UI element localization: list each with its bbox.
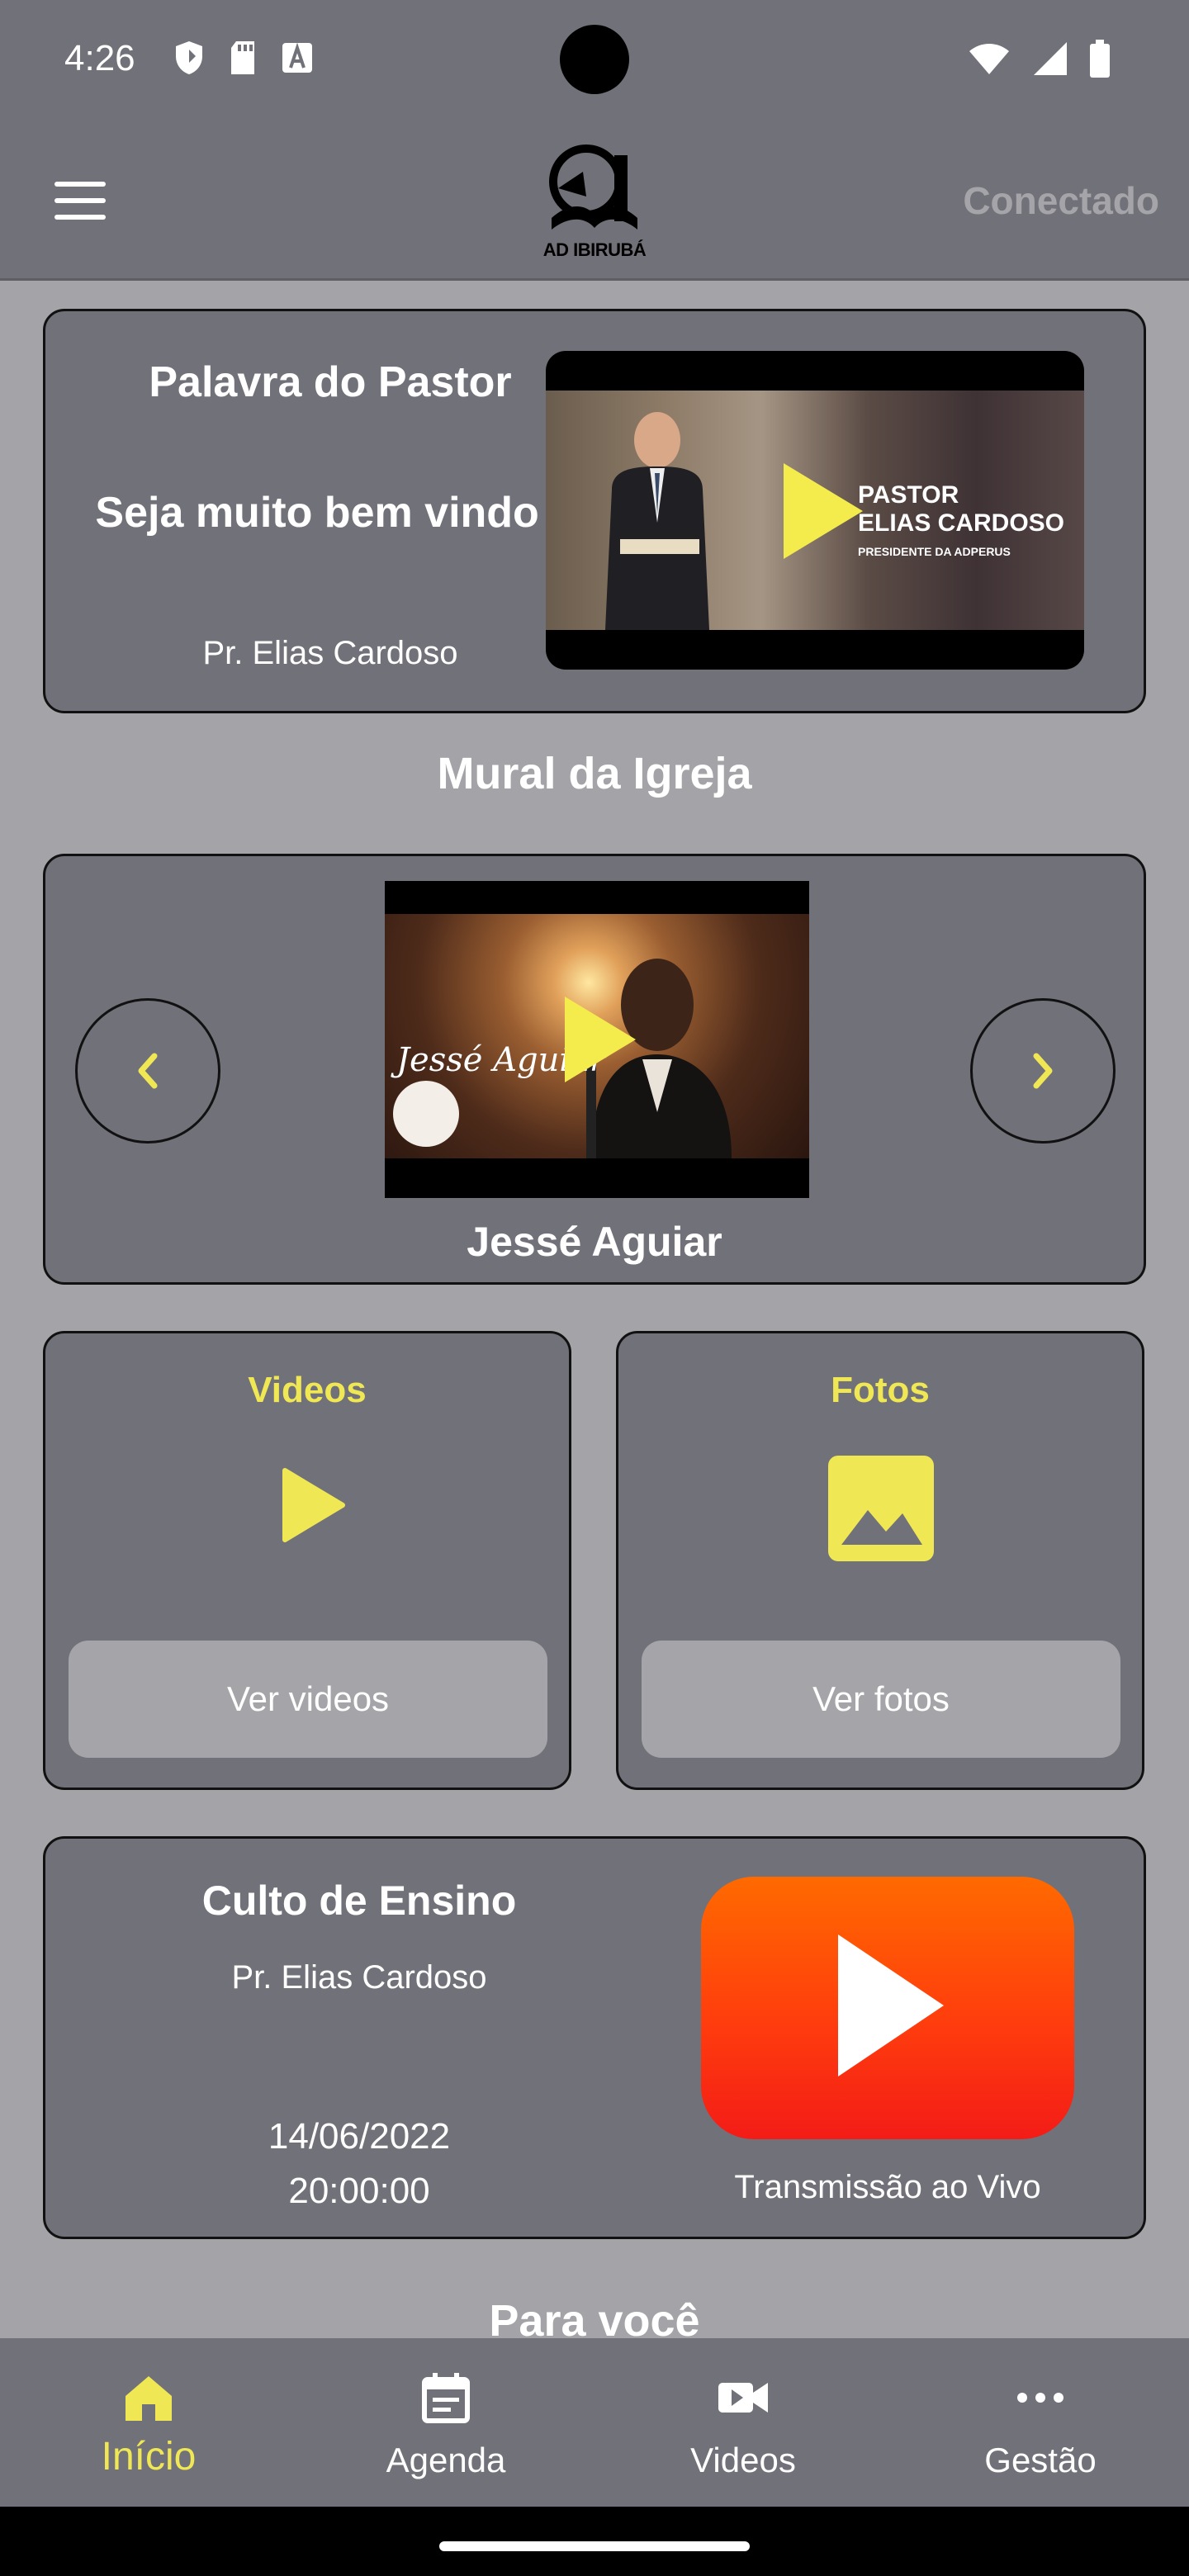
battery-icon — [1090, 40, 1110, 78]
service-time: 20:00:00 — [288, 2171, 430, 2211]
carousel-prev-button[interactable] — [75, 998, 220, 1144]
photos-card-title: Fotos — [831, 1370, 930, 1410]
pastor-card-title: Palavra do Pastor — [149, 358, 512, 406]
nav-label-management: Gestão — [984, 2441, 1097, 2479]
status-bar: 4:26 — [0, 0, 1189, 116]
pastor-video-player[interactable]: PASTOR ELIAS CARDOSO PRESIDENTE DA ADPER… — [546, 351, 1084, 670]
shield-icon — [176, 41, 202, 74]
play-icon[interactable] — [784, 463, 863, 559]
play-icon[interactable] — [565, 997, 636, 1082]
service-card: Culto de Ensino Pr. Elias Cardoso 14/06/… — [43, 1836, 1146, 2239]
gesture-handle[interactable] — [439, 2541, 750, 2551]
status-icons-right — [968, 40, 1110, 78]
pastor-word-card: Palavra do Pastor Seja muito bem vindo !… — [43, 309, 1146, 713]
home-icon — [126, 2376, 172, 2421]
pastor-video-caption-sub: PRESIDENTE DA ADPERUS — [858, 545, 1011, 558]
pastor-video-caption: PASTOR ELIAS CARDOSO PRESIDENTE DA ADPER… — [858, 481, 1064, 566]
play-icon — [282, 1468, 345, 1542]
nav-label-videos: Videos — [690, 2441, 796, 2479]
font-a-icon — [282, 42, 312, 73]
pastor-video-caption-line: PASTOR — [858, 481, 959, 509]
chevron-right-icon — [1033, 1053, 1053, 1089]
mural-section-title: Mural da Igreja — [437, 749, 752, 798]
church-logo: AD IBIRUBÁ — [535, 139, 654, 261]
nav-label-agenda: Agenda — [386, 2441, 506, 2479]
gesture-bar — [0, 2507, 1189, 2576]
logo-text: AD IBIRUBÁ — [542, 239, 647, 260]
menu-icon-bar — [54, 215, 106, 220]
service-title: Culto de Ensino — [201, 1878, 517, 1924]
mural-carousel: Jessé Aguiar Jessé Aguiar — [43, 854, 1146, 1285]
more-icon — [1017, 2393, 1063, 2403]
mural-video-player[interactable]: Jessé Aguiar — [385, 881, 809, 1198]
menu-icon-bar — [54, 198, 106, 203]
signal-icon — [1034, 42, 1067, 75]
bottom-navigation: Início Agenda Videos Gestão — [0, 2338, 1189, 2507]
view-videos-button[interactable]: Ver videos — [69, 1641, 547, 1758]
status-icons-left — [173, 40, 314, 76]
nav-item-videos[interactable]: Videos — [594, 2338, 892, 2507]
pastor-figure-image — [605, 412, 709, 630]
carousel-next-button[interactable] — [970, 998, 1116, 1144]
connection-status: Conectado — [963, 179, 1159, 222]
nav-item-management[interactable]: Gestão — [892, 2338, 1189, 2507]
pastor-welcome-text: Seja muito bem vindo ! — [95, 489, 566, 537]
logo-emblem-icon — [549, 144, 637, 230]
videos-card-title: Videos — [248, 1370, 367, 1410]
nav-label-home: Início — [101, 2435, 197, 2479]
video-camera-icon — [718, 2383, 768, 2413]
youtube-live-button[interactable] — [701, 1877, 1074, 2139]
youtube-play-icon — [838, 1934, 944, 2076]
nav-item-home[interactable]: Início — [0, 2338, 297, 2507]
sd-card-icon — [231, 41, 254, 74]
nav-item-agenda[interactable]: Agenda — [297, 2338, 594, 2507]
calendar-icon — [422, 2373, 470, 2423]
pastor-video-caption-line: ELIAS CARDOSO — [858, 509, 1065, 537]
menu-icon-bar — [54, 182, 106, 187]
status-time: 4:26 — [64, 38, 135, 78]
service-pastor: Pr. Elias Cardoso — [231, 1959, 487, 1996]
mural-caption: Jessé Aguiar — [467, 1219, 722, 1265]
photos-card: Fotos Ver fotos — [616, 1331, 1144, 1790]
pastor-name: Pr. Elias Cardoso — [202, 635, 458, 671]
view-photos-button[interactable]: Ver fotos — [642, 1641, 1120, 1758]
chevron-left-icon — [138, 1053, 158, 1089]
videos-card: Videos Ver videos — [43, 1331, 571, 1790]
live-stream-label: Transmissão ao Vivo — [734, 2169, 1041, 2205]
front-camera — [560, 25, 629, 94]
menu-button[interactable] — [54, 182, 106, 220]
service-date: 14/06/2022 — [268, 2116, 451, 2157]
service-datetime: 14/06/2022 20:00:00 — [45, 2110, 673, 2218]
image-icon — [828, 1456, 934, 1561]
app-bar: AD IBIRUBÁ Conectado — [0, 116, 1189, 281]
wifi-icon — [969, 44, 1009, 74]
